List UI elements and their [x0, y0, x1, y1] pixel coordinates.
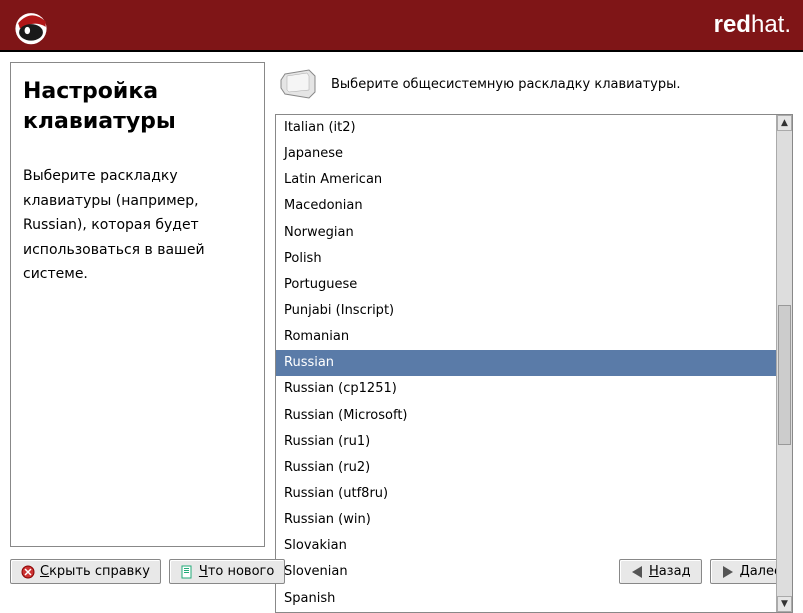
list-item[interactable]: Polish — [276, 246, 776, 272]
main-panel: Выберите общесистемную раскладку клавиат… — [275, 62, 793, 547]
help-panel: Настройка клавиатуры Выберите раскладку … — [10, 62, 265, 547]
instruction-text: Выберите общесистемную раскладку клавиат… — [331, 77, 680, 92]
list-item[interactable]: Russian — [276, 350, 776, 376]
brand-text: redhat. — [714, 11, 791, 39]
list-item[interactable]: Romanian — [276, 324, 776, 350]
whats-new-label: Что нового — [199, 564, 274, 579]
hide-help-label: Скрыть справку — [40, 564, 150, 579]
list-item[interactable]: Norwegian — [276, 220, 776, 246]
close-icon — [21, 565, 35, 579]
list-item[interactable]: Punjabi (Inscript) — [276, 298, 776, 324]
header: redhat. — [0, 0, 803, 50]
redhat-logo — [8, 3, 54, 47]
list-item[interactable]: Japanese — [276, 141, 776, 167]
arrow-left-icon — [630, 565, 644, 579]
list-item[interactable]: Russian (Microsoft) — [276, 403, 776, 429]
list-item[interactable]: Italian (it2) — [276, 115, 776, 141]
scroll-up-button[interactable]: ▲ — [777, 115, 792, 131]
back-button[interactable]: Назад — [619, 559, 702, 584]
instruction-row: Выберите общесистемную раскладку клавиат… — [275, 62, 793, 114]
keyboard-layout-list: Italian (it2)JapaneseLatin AmericanMaced… — [275, 114, 793, 613]
content-area: Настройка клавиатуры Выберите раскладку … — [0, 52, 803, 553]
list-item[interactable]: Russian (cp1251) — [276, 376, 776, 402]
scroll-thumb[interactable] — [778, 305, 791, 445]
help-body: Выберите раскладку клавиатуры (например,… — [23, 164, 252, 287]
whats-new-button[interactable]: Что нового — [169, 559, 285, 584]
list-item[interactable]: Russian (ru2) — [276, 455, 776, 481]
help-title: Настройка клавиатуры — [23, 77, 252, 136]
list-item[interactable]: Macedonian — [276, 193, 776, 219]
keyboard-key-icon — [279, 68, 319, 100]
back-label: Назад — [649, 564, 691, 579]
scroll-down-button[interactable]: ▼ — [777, 596, 792, 612]
document-icon — [180, 565, 194, 579]
list-item[interactable]: Spanish — [276, 586, 776, 612]
arrow-right-icon — [721, 565, 735, 579]
list-viewport[interactable]: Italian (it2)JapaneseLatin AmericanMaced… — [276, 115, 776, 612]
hide-help-button[interactable]: Скрыть справку — [10, 559, 161, 584]
list-item[interactable]: Portuguese — [276, 272, 776, 298]
list-item[interactable]: Russian (ru1) — [276, 429, 776, 455]
list-item[interactable]: Russian (win) — [276, 507, 776, 533]
scrollbar[interactable]: ▲ ▼ — [776, 115, 792, 612]
list-item[interactable]: Russian (utf8ru) — [276, 481, 776, 507]
list-item[interactable]: Latin American — [276, 167, 776, 193]
list-item[interactable]: Slovakian — [276, 533, 776, 559]
